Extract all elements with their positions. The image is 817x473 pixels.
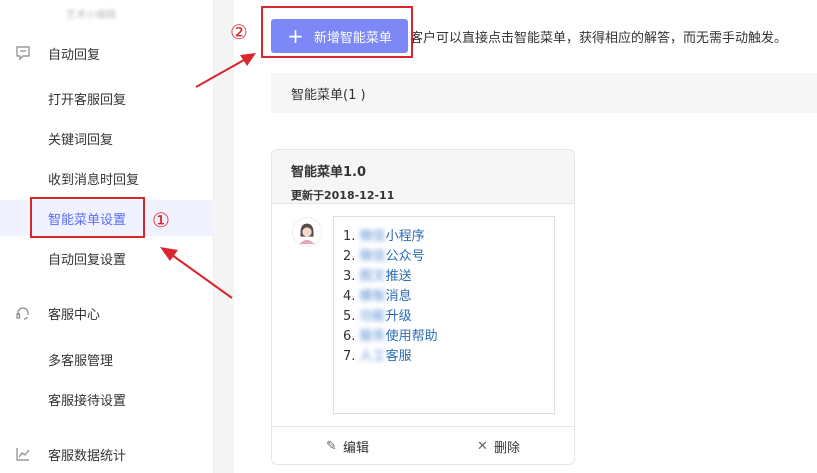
menu-item[interactable]: 6. 服务使用帮助	[343, 327, 438, 347]
menu-item[interactable]: 4. 模板消息	[343, 287, 438, 307]
menu-preview-box: 1. 微信小程序 2. 微信公众号 3. 图文推送 4. 模板消息 5. 功能升…	[333, 216, 555, 414]
card-footer: ✎ 编辑 ✕ 删除	[272, 426, 574, 465]
logo-text: 艺术小编辑	[66, 10, 116, 21]
sidebar-section-label: 客服中心	[48, 307, 101, 323]
chat-icon	[16, 46, 30, 61]
divider-gap	[214, 0, 234, 473]
menu-item[interactable]: 5. 功能升级	[343, 307, 438, 327]
menu-item[interactable]: 2. 微信公众号	[343, 247, 438, 267]
highlight-box-smart-menu	[30, 197, 145, 238]
sidebar-section-label: 客服数据统计	[48, 448, 127, 464]
sidebar-item-message-reply[interactable]: 收到消息时回复	[0, 160, 214, 196]
sidebar-item-label: 收到消息时回复	[48, 172, 140, 188]
pencil-icon: ✎	[326, 438, 337, 454]
edit-button[interactable]: ✎ 编辑	[272, 427, 423, 465]
sidebar-item-multi-service[interactable]: 多客服管理	[0, 341, 214, 377]
menu-item[interactable]: 1. 微信小程序	[343, 227, 438, 247]
step-marker-2: ②	[230, 20, 248, 44]
highlight-box-add-button	[261, 6, 413, 58]
smart-menu-count-label: 智能菜单(1 )	[291, 87, 366, 103]
sidebar-item-label: 打开客服回复	[48, 92, 127, 108]
sidebar-section-auto-reply[interactable]: 自动回复	[0, 33, 214, 73]
page-description: 客户可以直接点击智能菜单，获得相应的解答，而无需手动触发。	[410, 31, 788, 46]
sidebar-item-label: 自动回复设置	[48, 252, 127, 268]
sidebar-section-label: 自动回复	[48, 47, 101, 63]
sidebar-item-keyword-reply[interactable]: 关键词回复	[0, 120, 214, 156]
sidebar-item-label: 关键词回复	[48, 132, 114, 148]
delete-button[interactable]: ✕ 删除	[423, 427, 574, 465]
step-marker-1: ①	[152, 208, 170, 232]
menu-item-list: 1. 微信小程序 2. 微信公众号 3. 图文推送 4. 模板消息 5. 功能升…	[343, 227, 438, 367]
delete-label: 删除	[493, 440, 520, 456]
sidebar-item-reception-settings[interactable]: 客服接待设置	[0, 381, 214, 417]
card-updated-date: 更新于2018-12-11	[291, 189, 395, 202]
menu-item[interactable]: 7. 人工客服	[343, 347, 438, 367]
sidebar-item-label: 客服接待设置	[48, 393, 127, 409]
avatar	[292, 217, 322, 247]
sidebar-section-statistics[interactable]: 客服数据统计	[0, 434, 214, 473]
smart-menu-card: 智能菜单1.0 更新于2018-12-11 1. 微信小程序 2. 微信公众号 …	[271, 149, 575, 465]
sidebar-item-label: 多客服管理	[48, 353, 114, 369]
card-title: 智能菜单1.0	[291, 165, 367, 180]
close-icon: ✕	[477, 438, 488, 454]
sidebar-item-auto-reply-settings[interactable]: 自动回复设置	[0, 240, 214, 276]
chart-icon	[16, 448, 30, 461]
headset-icon	[16, 307, 29, 320]
sidebar-item-open-service-reply[interactable]: 打开客服回复	[0, 80, 214, 116]
sidebar-section-service-center[interactable]: 客服中心	[0, 293, 214, 333]
menu-item[interactable]: 3. 图文推送	[343, 267, 438, 287]
edit-label: 编辑	[342, 440, 369, 456]
smart-menu-count-bar: 智能菜单(1 )	[271, 73, 817, 113]
